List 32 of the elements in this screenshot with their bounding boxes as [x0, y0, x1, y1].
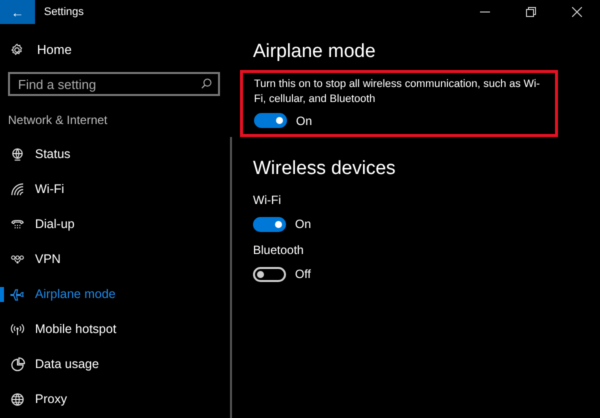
- nav-item[interactable]: Mobile hotspot: [35, 320, 116, 338]
- nav-item[interactable]: VPN: [35, 250, 61, 268]
- pie-chart-icon: [10, 356, 25, 372]
- section-heading: Wireless devices: [252, 156, 397, 180]
- device-label: Wi-Fi: [253, 192, 282, 209]
- toggle-switch[interactable]: [253, 216, 286, 232]
- toggle-state: On: [296, 112, 312, 130]
- toggle-switch[interactable]: [253, 266, 286, 282]
- nav-item[interactable]: Data usage: [35, 354, 99, 374]
- search-field[interactable]: Find a setting: [8, 72, 220, 96]
- device-label: Bluetooth: [253, 242, 305, 259]
- home-link[interactable]: Home: [37, 40, 72, 60]
- nav-item[interactable]: Status: [35, 144, 70, 164]
- globe-icon: [10, 146, 25, 162]
- airplane-icon: [10, 286, 25, 302]
- globe-icon: [10, 392, 25, 406]
- description-text: Turn this on to stop all wireless communication, such as Wi-Fi, cellular, and Bluetooth: [254, 76, 541, 106]
- nav-item[interactable]: Proxy: [35, 390, 67, 408]
- search-icon: [201, 78, 212, 89]
- page-heading: Airplane mode: [252, 40, 377, 64]
- nav-item[interactable]: Wi-Fi: [35, 180, 64, 198]
- toggle-state: On: [295, 216, 312, 233]
- gear-icon: [10, 43, 24, 57]
- toggle-state: Off: [295, 266, 311, 283]
- nav-item[interactable]: Airplane mode: [35, 284, 116, 304]
- toggle-switch[interactable]: [254, 113, 287, 128]
- window-title: Settings: [44, 4, 84, 20]
- back-button[interactable]: ←: [0, 0, 35, 24]
- wifi-icon: [10, 182, 25, 196]
- nav-item[interactable]: Dial-up: [35, 214, 75, 234]
- antenna-icon: [10, 322, 25, 336]
- section-heading: Network & Internet: [7, 112, 108, 128]
